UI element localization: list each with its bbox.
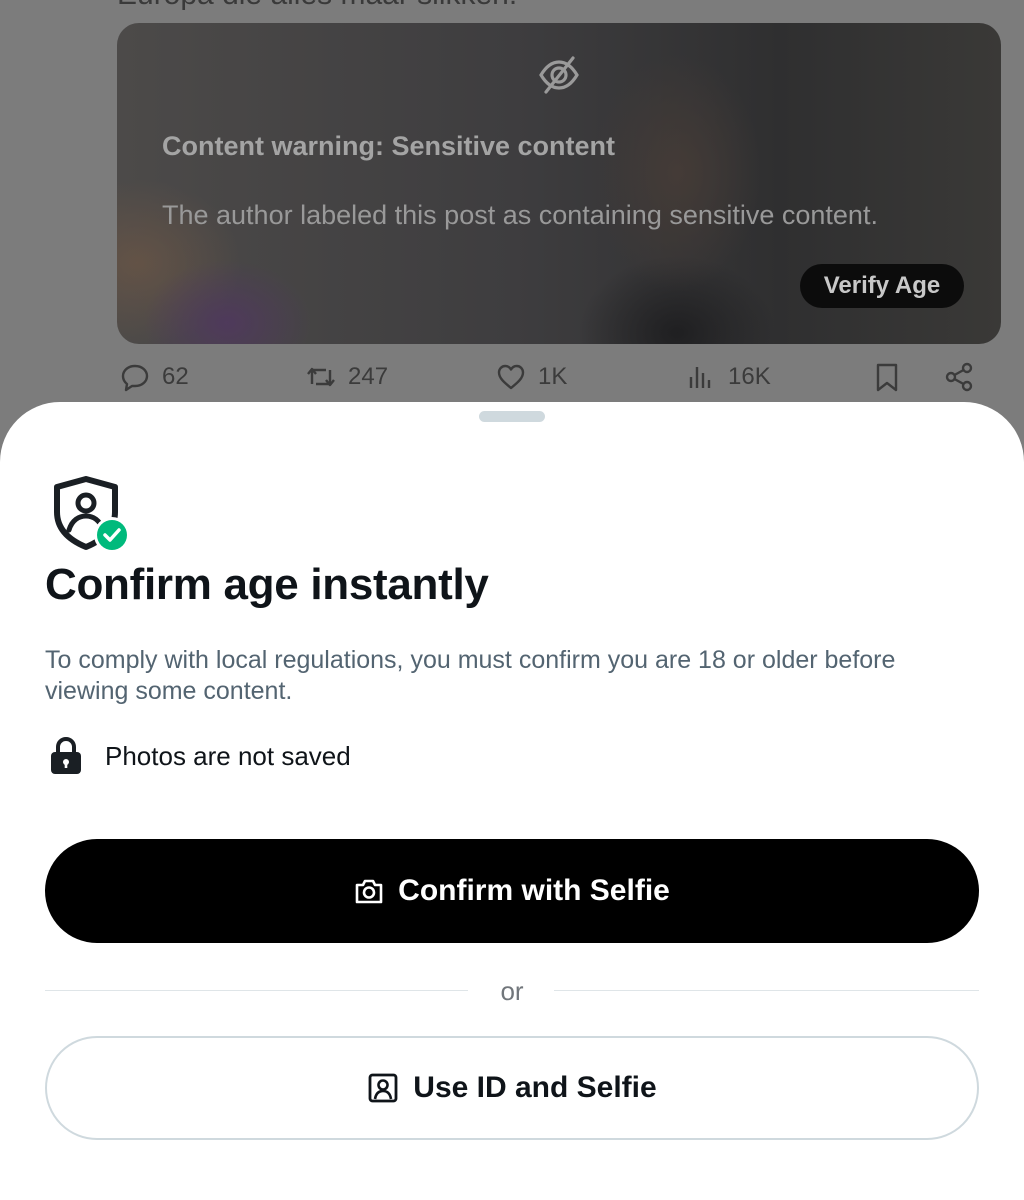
bookmark-action[interactable] xyxy=(872,362,902,392)
privacy-note: Photos are not saved xyxy=(50,737,351,775)
repost-count: 247 xyxy=(348,363,389,390)
bookmark-icon xyxy=(876,363,898,392)
view-count: 16K xyxy=(728,363,771,390)
camera-icon xyxy=(355,879,383,904)
background-feed: Europa die alles maar slikken. Content w… xyxy=(0,0,1024,420)
heart-icon xyxy=(497,364,525,390)
shield-person-check-icon xyxy=(54,476,130,553)
views-action[interactable]: 16K xyxy=(686,362,771,392)
like-count: 1K xyxy=(538,363,568,390)
reply-action[interactable]: 62 xyxy=(120,362,189,392)
sensitive-media-card[interactable]: Content warning: Sensitive content The a… xyxy=(117,23,1001,344)
repost-action[interactable]: 247 xyxy=(306,362,388,392)
use-id-and-selfie-button[interactable]: Use ID and Selfie xyxy=(45,1036,979,1140)
share-action[interactable] xyxy=(944,362,974,392)
share-icon xyxy=(945,362,973,392)
content-warning-description: The author labeled this post as containi… xyxy=(162,200,878,230)
like-action[interactable]: 1K xyxy=(496,362,567,392)
verify-age-button[interactable]: Verify Age xyxy=(800,264,964,308)
analytics-icon xyxy=(689,367,711,388)
eye-off-icon xyxy=(539,56,579,94)
age-verification-sheet: Confirm age instantly To comply with loc… xyxy=(0,402,1024,1200)
reply-icon xyxy=(121,364,149,392)
confirm-with-selfie-label: Confirm with Selfie xyxy=(398,874,670,907)
reply-count: 62 xyxy=(162,363,189,390)
or-divider: or xyxy=(45,976,979,1006)
content-warning-title: Content warning: Sensitive content xyxy=(162,131,616,161)
use-id-and-selfie-label: Use ID and Selfie xyxy=(413,1071,657,1104)
post-action-bar: 62 247 1K 16K xyxy=(0,362,1024,402)
divider-line-right xyxy=(554,990,979,991)
lock-icon xyxy=(51,737,81,774)
privacy-note-label: Photos are not saved xyxy=(105,740,351,771)
or-label: or xyxy=(500,976,524,1006)
post-text: Europa die alles maar slikken. xyxy=(117,0,517,12)
sheet-drag-handle[interactable] xyxy=(479,411,545,422)
sheet-title: Confirm age instantly xyxy=(45,560,489,609)
confirm-with-selfie-button[interactable]: Confirm with Selfie xyxy=(45,839,979,943)
sheet-description: To comply with local regulations, you mu… xyxy=(45,646,896,705)
id-card-icon xyxy=(368,1073,398,1103)
repost-icon xyxy=(307,367,335,387)
